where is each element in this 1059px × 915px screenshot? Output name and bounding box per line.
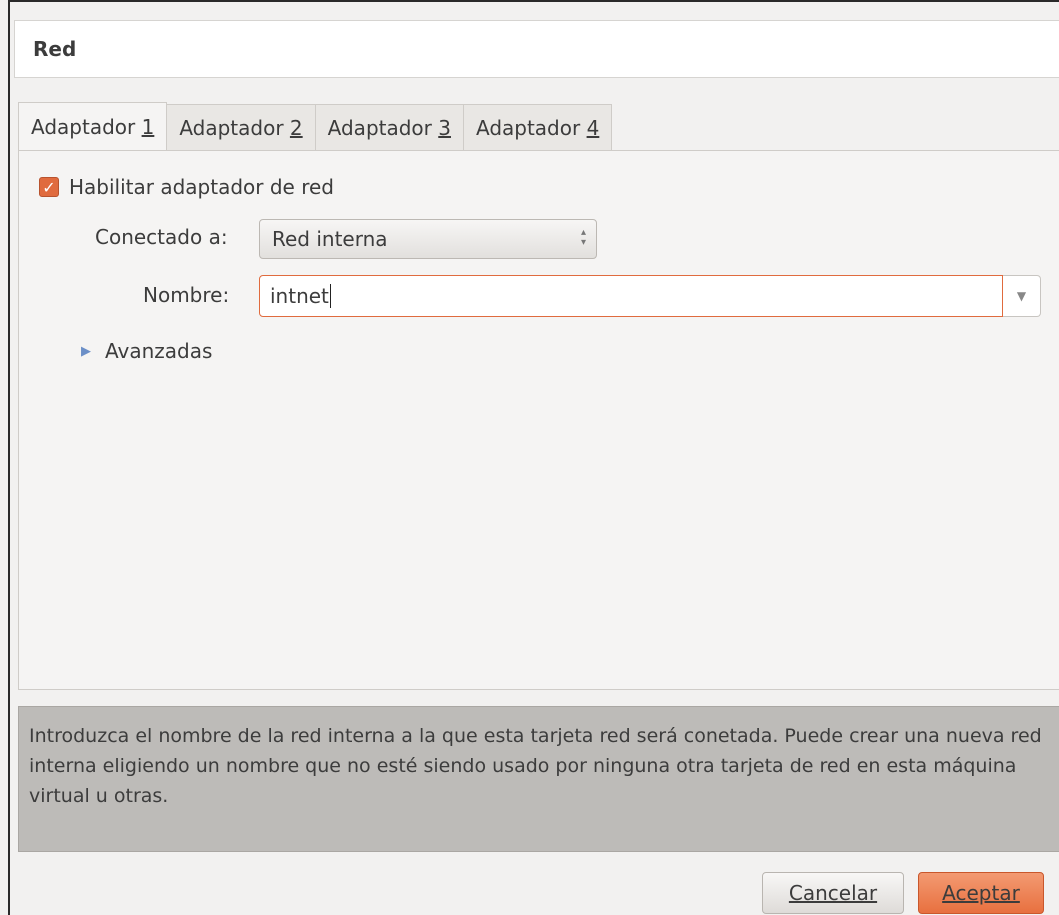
name-label: Nombre: [143, 283, 230, 307]
advanced-label: Avanzadas [105, 339, 213, 363]
info-box: Introduzca el nombre de la red interna a… [18, 706, 1059, 852]
tab-adaptador-2[interactable]: Adaptador 2 [167, 104, 316, 150]
info-text: Introduzca el nombre de la red interna a… [29, 725, 1042, 807]
name-dropdown-button[interactable]: ▼ [1003, 275, 1041, 317]
text-caret [329, 284, 331, 308]
cancel-label: Cancelar [788, 881, 878, 905]
cancel-button[interactable]: Cancelar [762, 872, 904, 914]
tab-label: Adaptador [327, 115, 432, 140]
tab-number: 4 [586, 115, 600, 140]
tab-number: 1 [141, 114, 155, 139]
connected-value: Red interna [272, 227, 388, 251]
tab-label: Adaptador [475, 115, 581, 140]
name-value: intnet [270, 284, 329, 308]
enable-adapter-checkbox[interactable]: ✓ [39, 177, 59, 197]
dialog-title: Red [33, 37, 77, 61]
enable-adapter-label: Habilitar adaptador de red [69, 175, 334, 199]
tab-label: Adaptador [179, 115, 284, 140]
tab-number: 3 [438, 115, 451, 140]
advanced-expander[interactable]: ▶ Avanzadas [81, 339, 212, 363]
adapter-panel: ✓ Habilitar adaptador de red Conectado a… [18, 150, 1059, 690]
ok-button[interactable]: Aceptar [918, 872, 1044, 914]
chevron-down-icon: ▼ [1016, 289, 1027, 303]
enable-adapter-row[interactable]: ✓ Habilitar adaptador de red [39, 175, 334, 199]
tab-label: Adaptador [31, 114, 136, 139]
tab-adaptador-1[interactable]: Adaptador 1 [18, 102, 168, 150]
tab-number: 2 [289, 115, 303, 140]
checkmark-icon: ✓ [42, 177, 56, 197]
connected-label: Conectado a: [95, 225, 228, 249]
tab-adaptador-3[interactable]: Adaptador 3 [315, 104, 464, 150]
ok-label: Aceptar [942, 881, 1020, 905]
tab-adaptador-4[interactable]: Adaptador 4 [463, 104, 613, 150]
triangle-right-icon: ▶ [81, 343, 91, 359]
connected-select[interactable]: Red interna ▴ ▾ [259, 219, 597, 259]
adapter-tabs: Adaptador 1 Adaptador 2 Adaptador 3 Adap… [18, 102, 613, 150]
updown-arrows-icon: ▴ ▾ [580, 227, 586, 248]
dialog-header: Red [14, 20, 1059, 78]
name-input[interactable]: intnet [259, 275, 1003, 317]
